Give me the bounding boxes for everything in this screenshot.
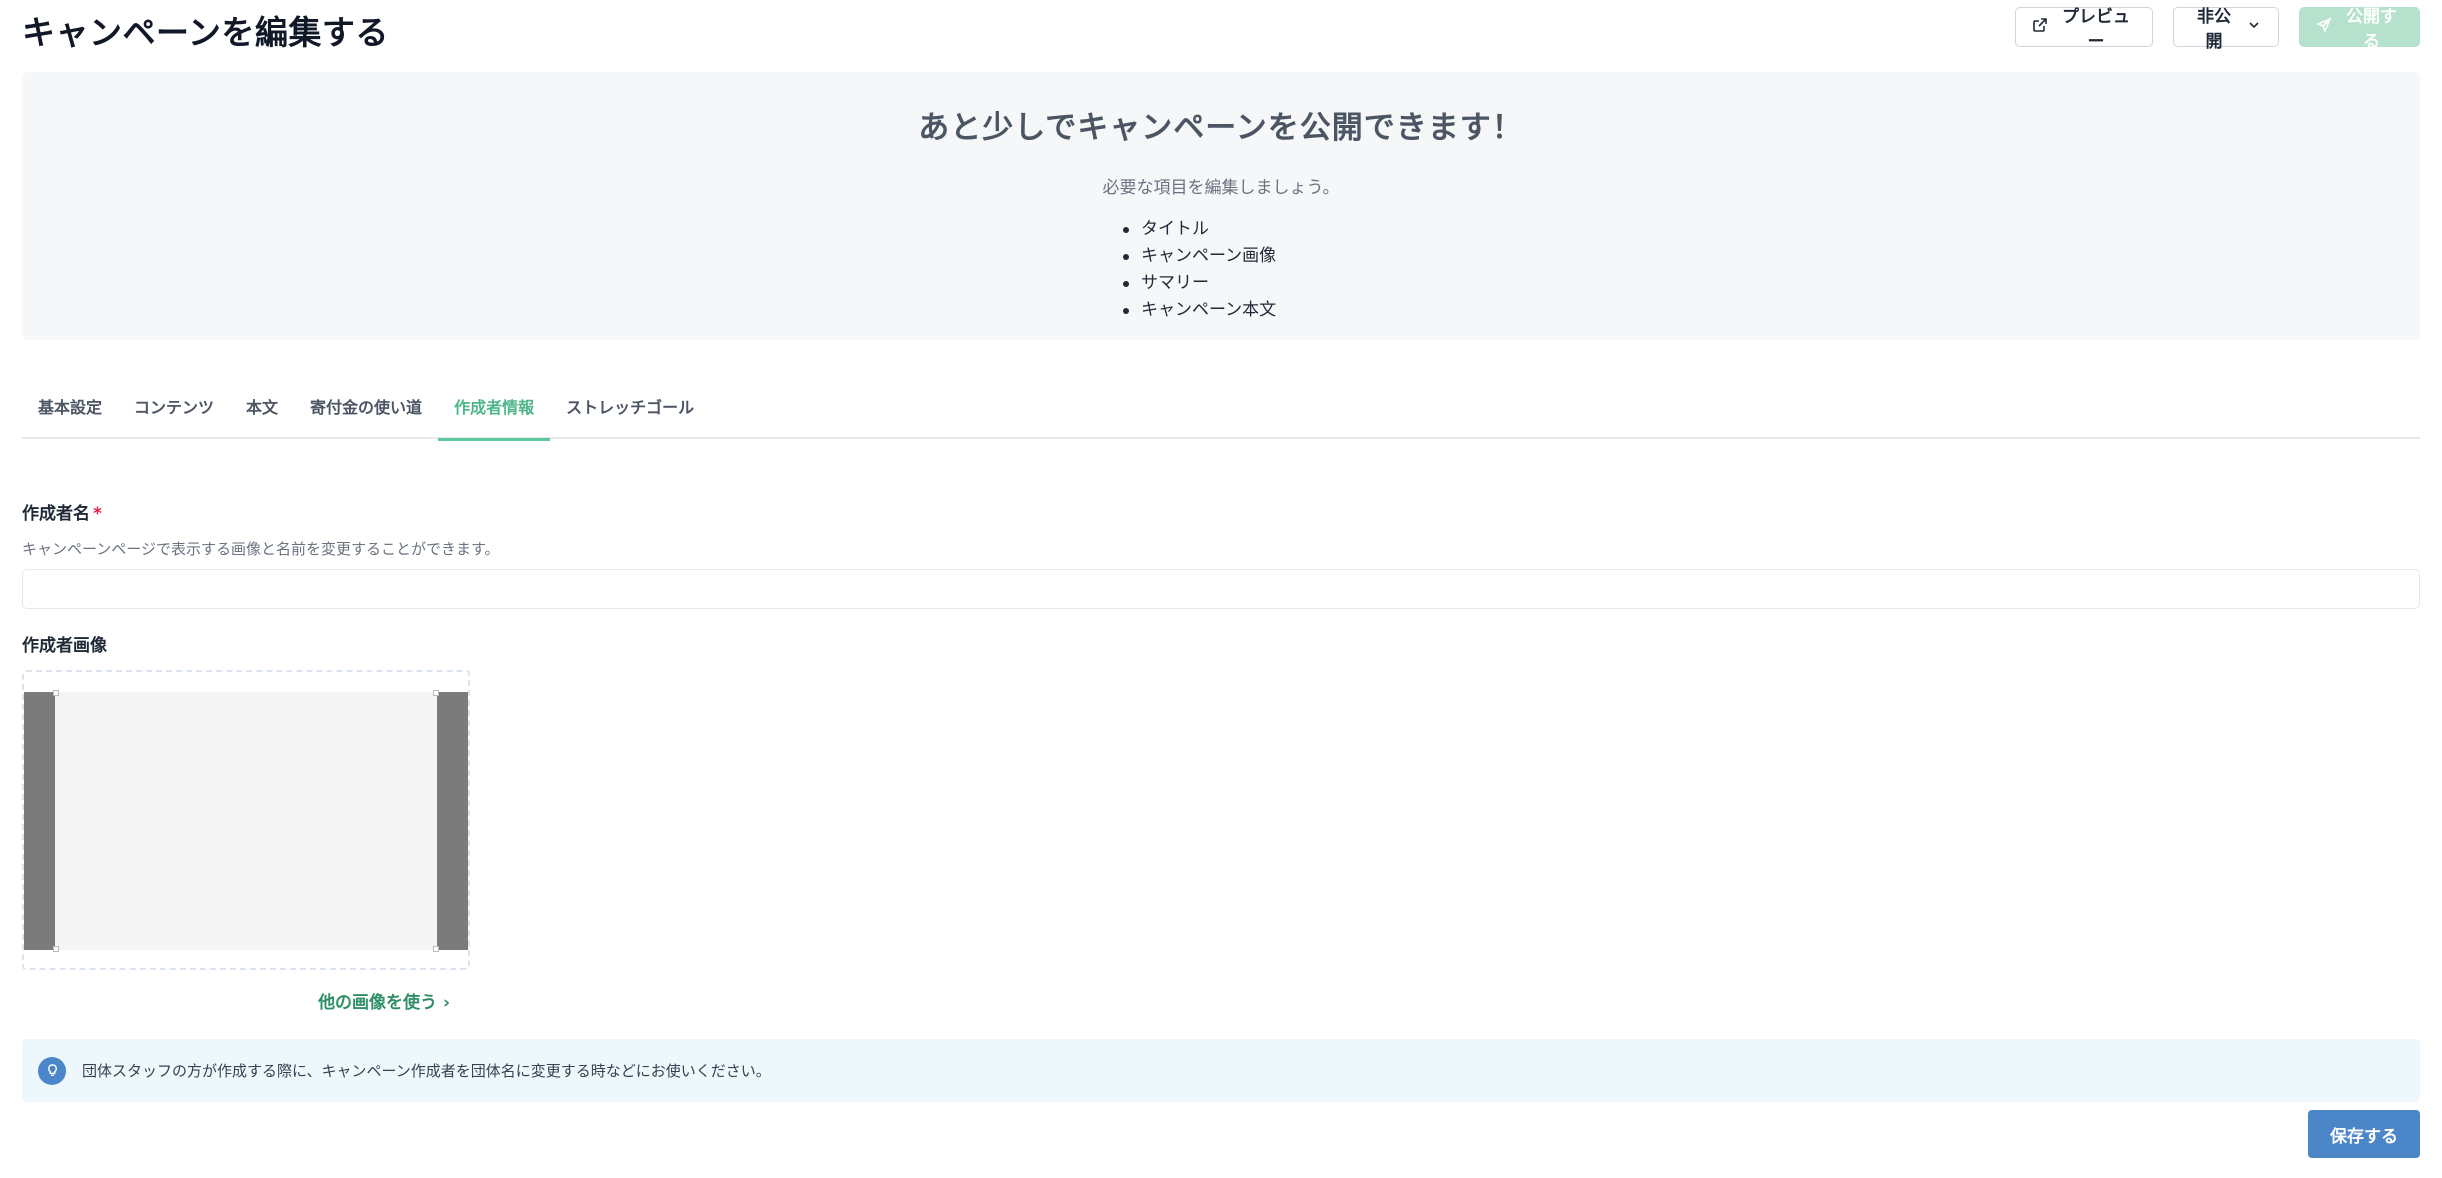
tab-contents[interactable]: コンテンツ bbox=[118, 380, 230, 439]
author-name-label-text: 作成者名 bbox=[22, 504, 90, 524]
publish-button[interactable]: 公開する bbox=[2299, 7, 2420, 51]
tip-text: 団体スタッフの方が作成する際に、キャンペーン作成者を団体名に変更する時などにお使… bbox=[82, 1062, 771, 1080]
lightbulb-icon bbox=[38, 1056, 66, 1085]
tab-basic-settings[interactable]: 基本設定 bbox=[22, 380, 118, 439]
author-name-input[interactable] bbox=[22, 569, 2420, 609]
header: キャンペーンを編集する プレビュー 非公開 公開する bbox=[22, 0, 2420, 72]
page: キャンペーンを編集する プレビュー 非公開 公開する あと少しでキャンペーンを公… bbox=[0, 0, 2442, 1178]
requirement-item: タイトル bbox=[1121, 216, 1321, 243]
visibility-label: 非公開 bbox=[2197, 7, 2231, 51]
requirement-item: キャンペーン本文 bbox=[1121, 297, 1321, 324]
crop-handle[interactable] bbox=[53, 690, 59, 696]
tab-bar: 基本設定 コンテンツ 本文 寄付金の使い道 作成者情報 ストレッチゴール bbox=[22, 380, 2420, 441]
tab-donation-usage[interactable]: 寄付金の使い道 bbox=[294, 380, 438, 439]
tab-stretch-goal[interactable]: ストレッチゴール bbox=[550, 380, 710, 439]
send-icon bbox=[2315, 17, 2332, 38]
author-image-dropzone[interactable] bbox=[22, 670, 470, 970]
requirement-item: サマリー bbox=[1121, 270, 1321, 297]
tab-body[interactable]: 本文 bbox=[230, 380, 294, 439]
crop-handle[interactable] bbox=[433, 946, 439, 952]
preview-button[interactable]: プレビュー bbox=[2015, 7, 2153, 51]
author-name-help: キャンペーンページで表示する画像と名前を変更することができます。 bbox=[22, 540, 500, 558]
notice-title: あと少しでキャンペーンを公開できます！ bbox=[918, 110, 1524, 146]
author-image-label: 作成者画像 bbox=[22, 636, 107, 656]
publish-label: 公開する bbox=[2346, 7, 2397, 51]
tip-banner: 団体スタッフの方が作成する際に、キャンペーン作成者を団体名に変更する時などにお使… bbox=[22, 1039, 2420, 1102]
header-actions: プレビュー 非公開 公開する bbox=[2015, 7, 2420, 51]
crop-handle[interactable] bbox=[53, 946, 59, 952]
visibility-dropdown[interactable]: 非公開 bbox=[2173, 7, 2279, 51]
chevron-down-icon bbox=[2246, 17, 2262, 38]
change-image-link[interactable]: 他の画像を使う › bbox=[22, 988, 470, 1013]
requirements-list: タイトル キャンペーン画像 サマリー キャンペーン本文 bbox=[1121, 216, 1321, 324]
external-link-icon bbox=[2032, 17, 2048, 38]
required-mark: * bbox=[93, 504, 102, 524]
image-letterbox-left bbox=[24, 692, 55, 950]
author-form: 作成者名 * キャンペーンページで表示する画像と名前を変更することができます。 作… bbox=[22, 499, 2420, 1102]
preview-label: プレビュー bbox=[2062, 7, 2130, 51]
requirement-item: キャンペーン画像 bbox=[1121, 243, 1321, 270]
publish-requirements-notice: あと少しでキャンペーンを公開できます！ 必要な項目を編集しましょう。 タイトル … bbox=[22, 72, 2420, 340]
author-image-preview bbox=[24, 690, 468, 952]
tab-author-info[interactable]: 作成者情報 bbox=[438, 380, 551, 441]
crop-handle[interactable] bbox=[433, 690, 439, 696]
image-letterbox-right bbox=[437, 692, 468, 950]
notice-subtitle: 必要な項目を編集しましょう。 bbox=[1102, 178, 1340, 198]
page-title: キャンペーンを編集する bbox=[22, 13, 389, 52]
save-button[interactable]: 保存する bbox=[2308, 1110, 2420, 1158]
author-name-label: 作成者名 * bbox=[22, 499, 2420, 524]
